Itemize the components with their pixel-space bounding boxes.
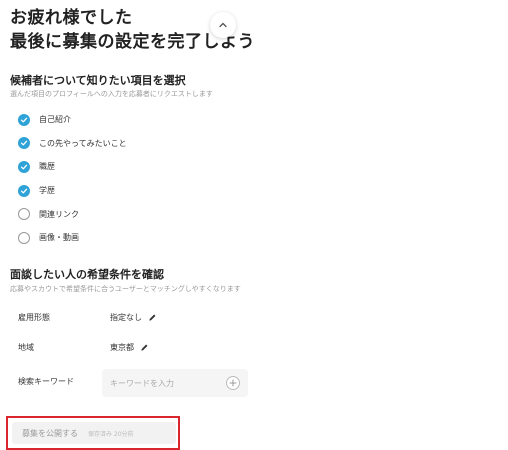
region-label: 地域: [18, 342, 34, 352]
plus-icon: [229, 379, 237, 387]
checkbox-label: 関連リンク: [39, 209, 79, 219]
checkbox-label: 職歴: [39, 162, 55, 172]
conditions-section-subtitle: 応募やスカウトで希望条件に合うユーザーとマッチングしやすくなります: [10, 285, 241, 293]
checkbox-label: 画像・動画: [39, 233, 79, 243]
checked-circle-icon: [18, 137, 30, 150]
checkbox-label: 学歴: [39, 186, 55, 196]
save-status: 保存済み 20分前: [88, 430, 134, 438]
employment-type-row: 雇用形態 指定なし: [18, 310, 157, 324]
publish-highlight: 募集を公開する 保存済み 20分前: [6, 416, 180, 450]
checkbox-item-education[interactable]: 学歴: [18, 179, 218, 203]
candidate-section-subtitle: 選んだ項目のプロフィールへの入力を応募者にリクエストします: [10, 90, 213, 98]
employment-type-label: 雇用形態: [18, 312, 50, 322]
edit-employment-type-pencil-icon[interactable]: [148, 313, 157, 322]
add-keyword-button[interactable]: [226, 376, 240, 390]
region-row: 地域 東京都: [18, 340, 149, 354]
employment-type-value: 指定なし: [110, 312, 142, 322]
chevron-up-icon: [219, 22, 227, 28]
publish-button-label: 募集を公開する: [22, 428, 78, 438]
checkbox-item-images-videos[interactable]: 画像・動画: [18, 226, 218, 250]
conditions-section-title: 面談したい人の希望条件を確認: [10, 268, 164, 281]
headline: お疲れ様でした 最後に募集の設定を完了しよう: [10, 6, 310, 54]
unchecked-circle-icon: [18, 231, 30, 244]
unchecked-circle-icon: [18, 208, 30, 221]
checkbox-item-self-intro[interactable]: 自己紹介: [18, 108, 218, 132]
edit-region-pencil-icon[interactable]: [140, 343, 149, 352]
collapse-button[interactable]: [210, 12, 236, 38]
checkbox-label: この先やってみたいこと: [39, 138, 127, 148]
region-value: 東京都: [110, 342, 134, 352]
checkbox-item-related-links[interactable]: 関連リンク: [18, 202, 218, 226]
checked-circle-icon: [18, 184, 30, 197]
headline-line-1: お疲れ様でした: [10, 8, 133, 28]
checkbox-item-work-history[interactable]: 職歴: [18, 155, 218, 179]
checkbox-item-future-goals[interactable]: この先やってみたいこと: [18, 132, 218, 156]
keyword-label: 検索キーワード: [18, 377, 74, 386]
checked-circle-icon: [18, 113, 30, 126]
keyword-input[interactable]: [102, 369, 220, 397]
keyword-field: [102, 369, 248, 397]
candidate-item-list: 自己紹介 この先やってみたいこと 職歴 学歴 関連リンク 画像・動画: [18, 108, 218, 250]
checked-circle-icon: [18, 160, 30, 173]
candidate-section-title: 候補者について知りたい項目を選択: [10, 74, 186, 87]
headline-line-2: 最後に募集の設定を完了しよう: [10, 32, 255, 52]
checkbox-label: 自己紹介: [39, 115, 71, 125]
publish-button[interactable]: 募集を公開する 保存済み 20分前: [12, 422, 176, 444]
